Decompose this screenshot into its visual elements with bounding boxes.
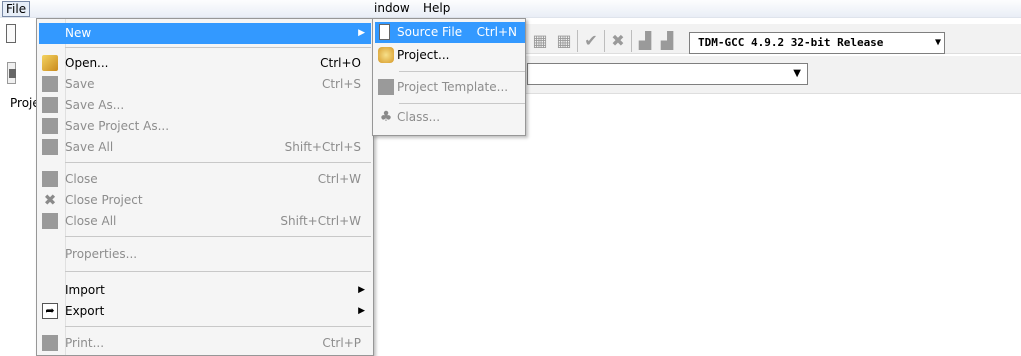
menu-item-label: Save Project As... — [65, 119, 170, 133]
menu-item-label: Print... — [65, 336, 105, 350]
run-grid-icon[interactable]: ▦ — [555, 32, 573, 50]
menu-item-class[interactable]: ♣ Class... — [375, 107, 525, 128]
submenu-arrow-icon: ▶ — [358, 285, 365, 295]
menu-separator — [65, 47, 371, 48]
menu-item-print[interactable]: Print... Ctrl+P — [39, 333, 371, 354]
menu-item-project-template[interactable]: Project Template... — [375, 77, 525, 98]
check-icon[interactable]: ✔ — [582, 32, 600, 50]
menu-item-save-as[interactable]: Save As... — [39, 95, 371, 116]
source-file-icon — [379, 24, 390, 40]
menu-item-label: Source File — [397, 25, 463, 39]
menu-item-label: Properties... — [65, 247, 138, 261]
save-all-icon — [42, 139, 58, 155]
menu-item-new[interactable]: New ▶ — [39, 23, 371, 44]
menu-item-shortcut: Ctrl+O — [320, 56, 361, 70]
menu-separator — [399, 103, 525, 104]
file-menu: New ▶ Open... Ctrl+O Save Ctrl+S Save As… — [36, 18, 374, 356]
menu-item-import[interactable]: Import ▶ — [39, 280, 371, 301]
menu-item-shortcut: Ctrl+N — [476, 25, 517, 39]
menu-item-label: Save All — [65, 140, 114, 154]
left-toolbar-icon — [9, 69, 16, 78]
menubar: File indow Help — [0, 0, 1021, 18]
menu-item-properties[interactable]: Properties... — [39, 244, 371, 265]
menu-item-label: Class... — [397, 110, 441, 124]
menu-item-export[interactable]: ➦ Export ▶ — [39, 301, 371, 322]
save-as-icon — [42, 97, 58, 113]
export-icon: ➦ — [42, 303, 58, 319]
menu-item-label: Open... — [65, 56, 109, 70]
menu-separator — [65, 236, 371, 237]
menu-item-project[interactable]: Project... — [375, 45, 525, 66]
menu-item-label: Close — [65, 172, 98, 186]
compiler-select[interactable]: TDM-GCC 4.9.2 32-bit Release ▼ — [689, 32, 945, 54]
menu-window[interactable]: indow — [371, 1, 413, 17]
menu-item-label: Import — [65, 283, 105, 297]
close-file-icon — [42, 171, 58, 187]
menu-item-label: Close Project — [65, 193, 143, 207]
menu-item-close-project[interactable]: ✖ Close Project — [39, 190, 371, 211]
toolbar-separator — [604, 30, 605, 52]
function-select[interactable]: ▼ — [527, 63, 808, 85]
cross-icon[interactable]: ✖ — [609, 32, 627, 50]
project-icon — [378, 47, 394, 63]
chart-icon[interactable]: ▟ — [636, 32, 654, 50]
menu-item-label: Close All — [65, 214, 117, 228]
menu-file[interactable]: File — [2, 1, 31, 17]
menu-item-source-file[interactable]: Source File Ctrl+N — [375, 22, 525, 43]
compile-grid-icon[interactable]: ▦ — [531, 32, 549, 50]
menu-separator — [65, 326, 371, 327]
submenu-arrow-icon: ▶ — [358, 28, 365, 38]
print-icon — [42, 335, 58, 351]
save-icon — [42, 76, 58, 92]
chevron-down-icon: ▼ — [934, 37, 941, 48]
menu-item-label: Export — [65, 304, 105, 318]
class-icon: ♣ — [379, 109, 393, 125]
menu-help[interactable]: Help — [420, 1, 453, 17]
chevron-down-icon: ▼ — [793, 68, 801, 79]
project-template-icon — [378, 79, 394, 95]
menu-item-save-project-as[interactable]: Save Project As... — [39, 116, 371, 137]
chart-icon-2[interactable]: ▟ — [658, 32, 676, 50]
menu-item-label: Save As... — [65, 98, 125, 112]
toolbar-separator — [631, 30, 632, 52]
menu-item-close[interactable]: Close Ctrl+W — [39, 169, 371, 190]
menu-item-shortcut: Shift+Ctrl+S — [284, 140, 361, 154]
toolbar-separator — [577, 30, 578, 52]
menu-item-save-all[interactable]: Save All Shift+Ctrl+S — [39, 137, 371, 158]
menu-item-label: Project Template... — [397, 80, 509, 94]
menu-item-label: New — [65, 26, 92, 40]
menu-separator — [65, 271, 371, 272]
close-all-icon — [42, 213, 58, 229]
menu-item-shortcut: Ctrl+S — [321, 77, 361, 91]
save-project-icon — [42, 118, 58, 134]
left-toolbar-button[interactable] — [6, 24, 16, 43]
open-folder-icon — [42, 55, 58, 71]
menu-item-shortcut: Shift+Ctrl+W — [280, 214, 361, 228]
submenu-arrow-icon: ▶ — [358, 306, 365, 316]
menu-item-label: Save — [65, 77, 95, 91]
close-project-icon: ✖ — [43, 191, 57, 209]
new-submenu: Source File Ctrl+N Project... Project Te… — [372, 18, 526, 136]
menu-item-save[interactable]: Save Ctrl+S — [39, 74, 371, 95]
menu-item-open[interactable]: Open... Ctrl+O — [39, 53, 371, 74]
menu-separator — [399, 71, 525, 72]
menu-separator — [65, 162, 371, 163]
menu-item-shortcut: Ctrl+P — [322, 336, 361, 350]
menu-item-shortcut: Ctrl+W — [317, 172, 361, 186]
compiler-select-value: TDM-GCC 4.9.2 32-bit Release — [698, 36, 884, 49]
menu-item-close-all[interactable]: Close All Shift+Ctrl+W — [39, 211, 371, 232]
menu-item-label: Project... — [397, 48, 450, 62]
